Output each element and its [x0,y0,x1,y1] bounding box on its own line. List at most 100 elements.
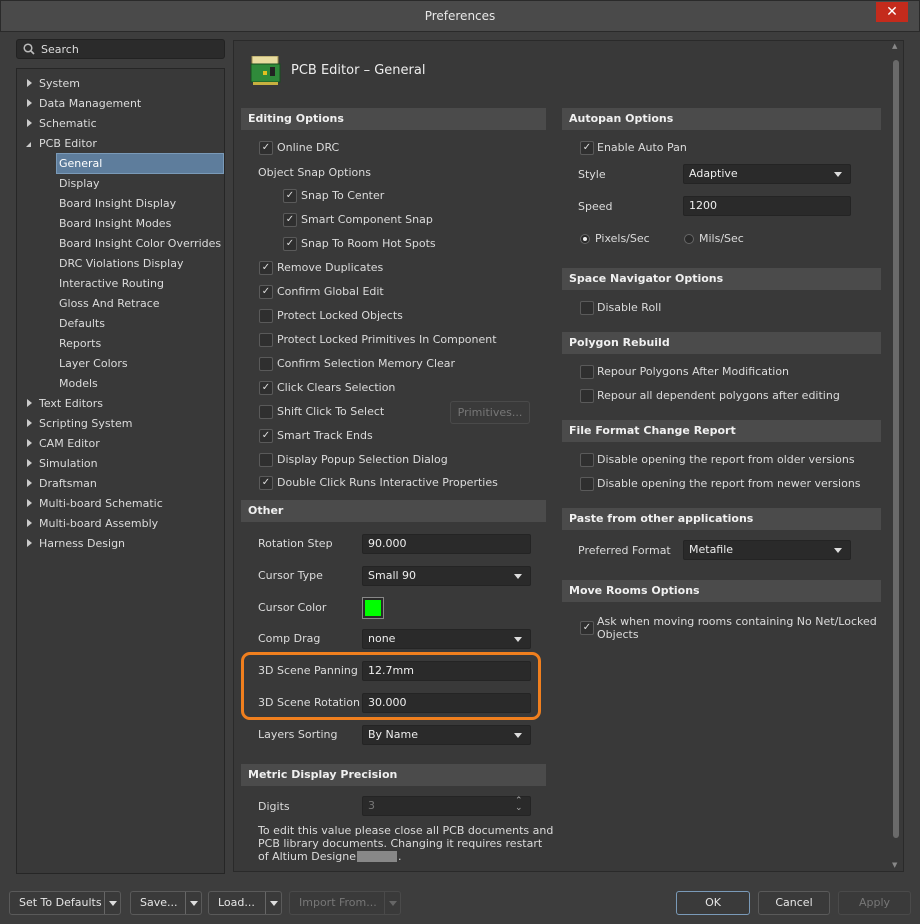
collapse-arrow-icon[interactable] [26,142,31,147]
disable-report-newer-checkbox[interactable] [580,477,594,491]
disable-report-older-label: Disable opening the report from older ve… [597,453,855,466]
tree-item-draftsman[interactable]: Draftsman [39,474,97,493]
repour-after-modification-checkbox[interactable] [580,365,594,379]
tree-item-system[interactable]: System [39,74,80,93]
precision-note-line: of Altium Designer [258,850,361,863]
protect-locked-objects-checkbox[interactable] [259,309,273,323]
snap-to-center-checkbox[interactable]: ✓ [283,189,297,203]
double-click-runs-interactive-properties-checkbox[interactable]: ✓ [259,476,273,490]
mils-per-sec-label: Mils/Sec [699,232,744,245]
apply-button: Apply [838,891,911,915]
window-title: Preferences [424,9,496,23]
enable-auto-pan-checkbox[interactable]: ✓ [580,141,594,155]
cursor-color-label: Cursor Color [258,601,327,614]
cursor-color-picker[interactable] [362,597,384,619]
speed-label: Speed [578,200,613,213]
click-clears-selection-label: Click Clears Selection [277,381,396,394]
color-swatch [365,600,381,616]
paste-header: Paste from other applications [562,508,881,530]
close-button[interactable]: ✕ [876,2,908,22]
expand-arrow-icon[interactable] [27,119,32,127]
tree-item-reports[interactable]: Reports [57,334,223,353]
display-popup-selection-dialog-checkbox[interactable] [259,453,273,467]
primitives-button[interactable]: Primitives... [450,401,530,424]
tree-item-layer-colors[interactable]: Layer Colors [57,354,223,373]
tree-item-data-management[interactable]: Data Management [39,94,141,113]
tree-item-text-editors[interactable]: Text Editors [39,394,103,413]
cursor-type-label: Cursor Type [258,569,323,582]
search-input[interactable]: Search [16,39,225,59]
rotation-step-input[interactable]: 90.000 [362,534,531,554]
tree-item-gloss-and-retrace[interactable]: Gloss And Retrace [57,294,223,313]
scrollbar-thumb[interactable] [893,60,899,838]
expand-arrow-icon[interactable] [27,539,32,547]
online-drc-checkbox[interactable]: ✓ [259,141,273,155]
preferred-format-label: Preferred Format [578,544,671,557]
save-dropdown-arrow-icon[interactable] [185,892,201,914]
tree-item-general[interactable]: General [56,153,224,174]
tree-item-simulation[interactable]: Simulation [39,454,98,473]
protect-locked-primitives-in-component-checkbox[interactable] [259,333,273,347]
expand-arrow-icon[interactable] [27,459,32,467]
smart-component-snap-label: Smart Component Snap [301,213,433,226]
tree-item-drc-violations-display[interactable]: DRC Violations Display [57,254,223,273]
tree-item-board-insight-color-overrides[interactable]: Board Insight Color Overrides [57,234,223,253]
expand-arrow-icon[interactable] [27,399,32,407]
expand-arrow-icon[interactable] [27,439,32,447]
smart-component-snap-checkbox[interactable]: ✓ [283,213,297,227]
ok-button[interactable]: OK [676,891,750,915]
ask-moving-rooms-checkbox[interactable]: ✓ [580,621,594,635]
disable-report-older-checkbox[interactable] [580,453,594,467]
tree-item-cam-editor[interactable]: CAM Editor [39,434,100,453]
expand-arrow-icon[interactable] [27,419,32,427]
redacted-version [357,851,397,862]
comp-drag-dropdown[interactable]: none [362,629,531,649]
snap-to-room-hot-spots-checkbox[interactable]: ✓ [283,237,297,251]
mils-per-sec-radio[interactable] [684,234,694,244]
tree-item-multi-board-assembly[interactable]: Multi-board Assembly [39,514,158,533]
scroll-up-icon[interactable]: ▲ [892,42,897,50]
rotation-step-label: Rotation Step [258,537,333,550]
tree-item-multi-board-schematic[interactable]: Multi-board Schematic [39,494,163,513]
tree-item-harness-design[interactable]: Harness Design [39,534,125,553]
layers-sorting-dropdown[interactable]: By Name [362,725,531,745]
smart-track-ends-checkbox[interactable]: ✓ [259,429,273,443]
tree-item-display[interactable]: Display [57,174,223,193]
expand-arrow-icon[interactable] [27,519,32,527]
tree-item-scripting-system[interactable]: Scripting System [39,414,132,433]
pcb-board-icon [250,55,282,86]
cursor-type-dropdown[interactable]: Small 90 [362,566,531,586]
search-placeholder: Search [41,43,79,56]
precision-note-end: . [398,850,402,863]
tree-item-pcb-editor[interactable]: PCB Editor [39,134,97,153]
tree-item-board-insight-modes[interactable]: Board Insight Modes [57,214,223,233]
tree-item-models[interactable]: Models [57,374,223,393]
repour-dependent-polygons-checkbox[interactable] [580,389,594,403]
disable-roll-label: Disable Roll [597,301,662,314]
confirm-global-edit-label: Confirm Global Edit [277,285,384,298]
expand-arrow-icon[interactable] [27,79,32,87]
expand-arrow-icon[interactable] [27,479,32,487]
tree-item-defaults[interactable]: Defaults [57,314,223,333]
tree-item-board-insight-display[interactable]: Board Insight Display [57,194,223,213]
click-clears-selection-checkbox[interactable]: ✓ [259,381,273,395]
remove-duplicates-checkbox[interactable]: ✓ [259,261,273,275]
expand-arrow-icon[interactable] [27,99,32,107]
set-to-defaults-dropdown-arrow-icon[interactable] [104,892,120,914]
disable-roll-checkbox[interactable] [580,301,594,315]
shift-click-to-select-checkbox[interactable] [259,405,273,419]
scroll-down-icon[interactable]: ▼ [892,861,897,869]
load-dropdown-arrow-icon[interactable] [265,892,281,914]
speed-input[interactable]: 1200 [683,196,851,216]
expand-arrow-icon[interactable] [27,499,32,507]
style-dropdown[interactable]: Adaptive [683,164,851,184]
pixels-per-sec-radio[interactable] [580,234,590,244]
tree-item-interactive-routing[interactable]: Interactive Routing [57,274,223,293]
repour-dependent-polygons-label: Repour all dependent polygons after edit… [597,389,840,402]
cancel-button[interactable]: Cancel [758,891,830,915]
online-drc-label: Online DRC [277,141,340,154]
confirm-global-edit-checkbox[interactable]: ✓ [259,285,273,299]
tree-item-schematic[interactable]: Schematic [39,114,97,133]
confirm-selection-memory-clear-checkbox[interactable] [259,357,273,371]
preferred-format-dropdown[interactable]: Metafile [683,540,851,560]
